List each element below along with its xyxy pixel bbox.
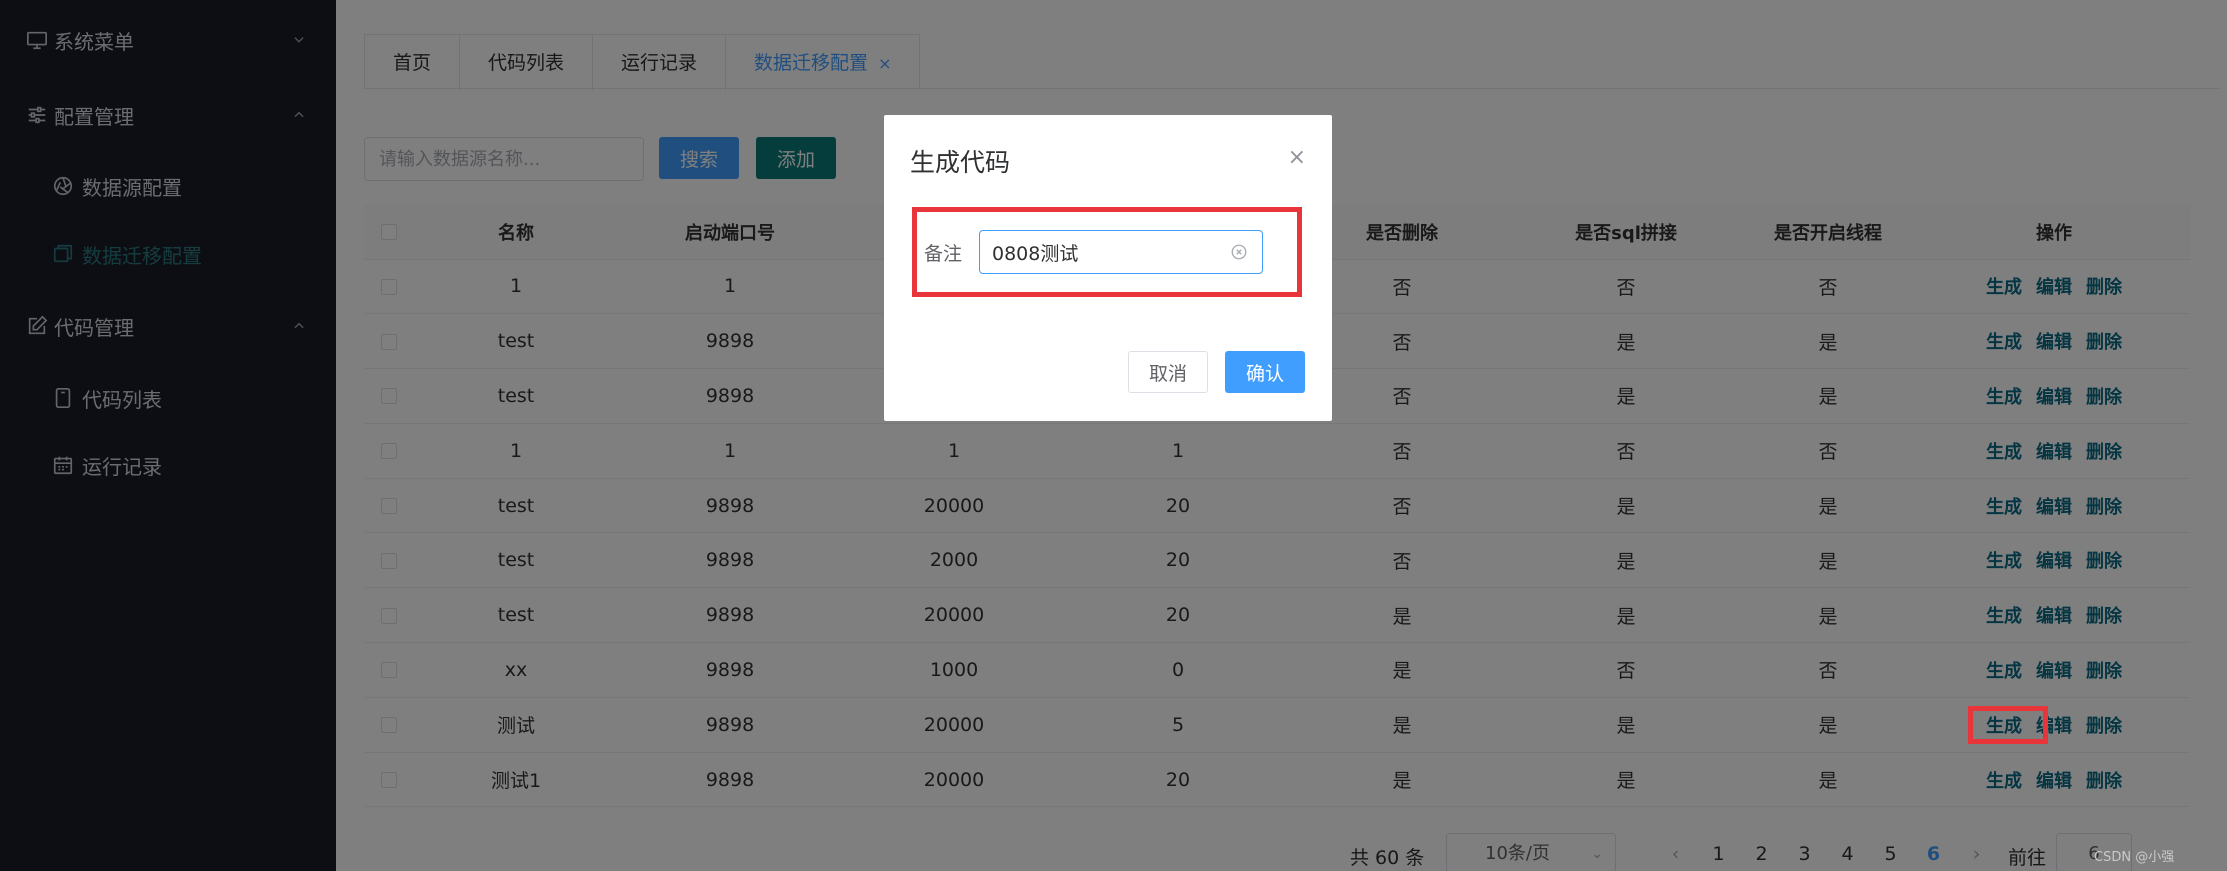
highlight-box: [1968, 706, 2048, 744]
watermark: CSDN @小强: [2094, 850, 2175, 865]
remark-label: 备注: [924, 243, 963, 265]
close-icon[interactable]: ×: [1288, 145, 1306, 170]
clear-icon[interactable]: [1230, 243, 1248, 261]
dialog-title: 生成代码: [910, 148, 1011, 177]
generate-code-dialog: 生成代码 × 备注 取消 确认: [884, 115, 1332, 421]
confirm-button[interactable]: 确认: [1225, 351, 1305, 393]
cancel-button[interactable]: 取消: [1128, 351, 1208, 393]
remark-input[interactable]: [979, 230, 1263, 274]
